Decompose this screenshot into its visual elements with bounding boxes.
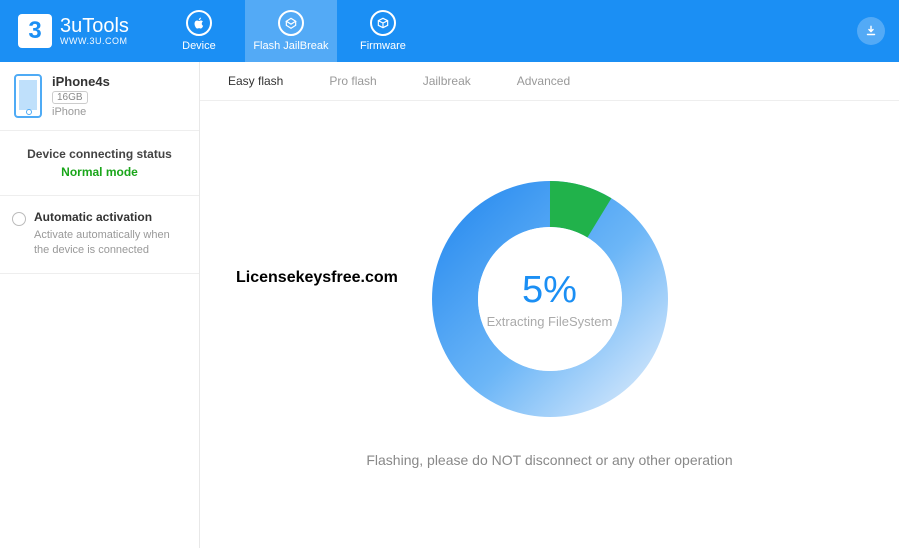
auto-activation: Automatic activation Activate automatica… (0, 196, 199, 274)
status-value: Normal mode (12, 165, 187, 179)
progress-donut: 5% Extracting FileSystem (425, 174, 675, 424)
sidebar: iPhone4s 16GB iPhone Device connecting s… (0, 62, 200, 548)
subtabs: Easy flash Pro flash Jailbreak Advanced (200, 62, 899, 101)
nav-firmware[interactable]: Firmware (337, 0, 429, 62)
main-nav: Device Flash JailBreak Firmware (153, 0, 429, 62)
auto-activation-desc: Activate automatically when the device i… (34, 228, 187, 259)
device-name: iPhone4s (52, 74, 110, 89)
auto-activation-radio[interactable] (12, 212, 26, 226)
device-capacity: 16GB (52, 91, 88, 104)
device-type: iPhone (52, 106, 110, 118)
app-url: WWW.3U.COM (60, 37, 129, 47)
apple-icon (186, 10, 212, 36)
tab-easy-flash[interactable]: Easy flash (228, 74, 283, 88)
logo-badge: 3 (18, 14, 52, 48)
progress-state: Extracting FileSystem (487, 314, 613, 329)
tab-jailbreak[interactable]: Jailbreak (423, 74, 471, 88)
nav-label: Device (182, 40, 216, 52)
app-title: 3uTools (60, 15, 129, 37)
watermark-text: Licensekeysfree.com (236, 269, 398, 287)
nav-label: Flash JailBreak (253, 40, 328, 52)
main-panel: Easy flash Pro flash Jailbreak Advanced … (200, 62, 899, 548)
progress-percent: 5% (522, 269, 577, 312)
box-open-icon (278, 10, 304, 36)
content-area: Licensekeysfree.com 5% (200, 101, 899, 548)
nav-device[interactable]: Device (153, 0, 245, 62)
phone-icon (14, 74, 42, 118)
sidebar-device[interactable]: iPhone4s 16GB iPhone (0, 62, 199, 131)
tab-pro-flash[interactable]: Pro flash (329, 74, 376, 88)
box-icon (370, 10, 396, 36)
nav-label: Firmware (360, 40, 406, 52)
download-button[interactable] (857, 17, 885, 45)
nav-flash-jailbreak[interactable]: Flash JailBreak (245, 0, 337, 62)
connection-status: Device connecting status Normal mode (0, 131, 199, 196)
progress-footer: Flashing, please do NOT disconnect or an… (366, 452, 732, 468)
header-bar: 3 3uTools WWW.3U.COM Device Flash JailBr… (0, 0, 899, 62)
status-title: Device connecting status (12, 147, 187, 161)
auto-activation-label: Automatic activation (34, 210, 187, 224)
app-logo: 3 3uTools WWW.3U.COM (0, 0, 147, 62)
tab-advanced[interactable]: Advanced (517, 74, 570, 88)
